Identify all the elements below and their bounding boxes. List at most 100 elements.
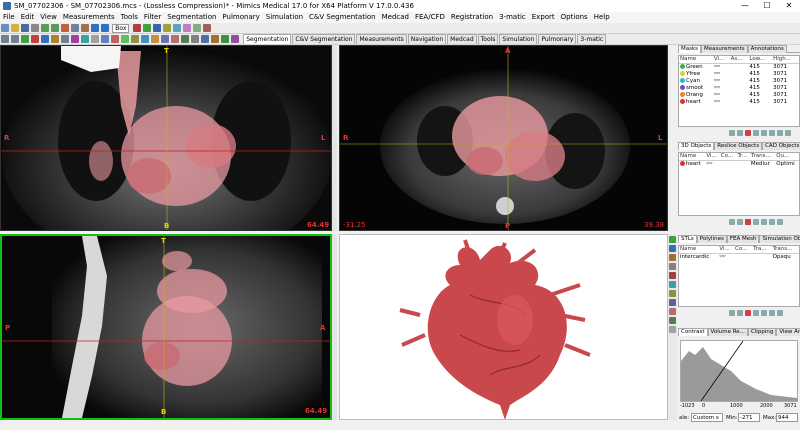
tab-medcad[interactable]: Medcad	[447, 34, 477, 44]
menu-pulmonary[interactable]: Pulmonary	[219, 12, 262, 23]
calc-3d-icon[interactable]	[202, 24, 211, 32]
tab-simulation-objects[interactable]: Simulation Obje...	[759, 235, 800, 243]
visible-icon[interactable]: 👓	[713, 91, 730, 98]
maximize-button[interactable]: ☐	[756, 0, 778, 12]
load-stl-icon[interactable]	[729, 310, 735, 316]
col-high[interactable]: High...	[772, 56, 799, 64]
menu-segmentation[interactable]: Segmentation	[164, 12, 219, 23]
menu-options[interactable]: Options	[558, 12, 591, 23]
new-mask-icon[interactable]	[729, 130, 735, 136]
stl-up-icon[interactable]	[761, 310, 767, 316]
tab-segmentation[interactable]: Segmentation	[243, 34, 292, 44]
visible-icon[interactable]: 👓	[713, 63, 730, 70]
menu-medcad[interactable]: Medcad	[379, 12, 412, 23]
tab-measurements-panel[interactable]: Measurements	[701, 45, 748, 53]
reslice-icon[interactable]	[71, 35, 79, 43]
morphology-icon[interactable]	[172, 24, 181, 32]
link-icon[interactable]	[181, 35, 189, 43]
paste-icon[interactable]	[81, 24, 89, 32]
new-project-icon[interactable]	[1, 24, 9, 32]
stl-settings-icon[interactable]	[777, 310, 783, 316]
sagittal-scrollbar[interactable]	[332, 234, 337, 420]
delete-object-icon[interactable]	[745, 219, 751, 225]
tab-simulation[interactable]: Simulation	[499, 34, 538, 44]
visible-icon[interactable]: 👓	[705, 160, 719, 167]
visible-icon[interactable]: 👓	[713, 70, 730, 77]
min-input[interactable]: -271	[738, 413, 760, 422]
tab-contrast[interactable]: Contrast	[678, 328, 708, 336]
camera-icon[interactable]	[191, 35, 199, 43]
menu-fea-cfd[interactable]: FEA/CFD	[412, 12, 448, 23]
col-transparency[interactable]: Trans...	[771, 246, 799, 254]
tab-cv-segmentation[interactable]: C&V Segmentation	[292, 34, 356, 44]
tab-navigation[interactable]: Navigation	[407, 34, 447, 44]
stl-properties-icon[interactable]	[753, 310, 759, 316]
duplicate-object-icon[interactable]	[737, 219, 743, 225]
visible-icon[interactable]: 👓	[713, 98, 730, 105]
region-grow-icon[interactable]	[152, 24, 161, 32]
menu-measurements[interactable]: Measurements	[60, 12, 118, 23]
tab-3-matic[interactable]: 3-matic	[577, 34, 607, 44]
crop-icon[interactable]	[81, 35, 89, 43]
redo-icon[interactable]	[51, 24, 59, 32]
tab-stls[interactable]: STLs	[678, 235, 697, 243]
navigate-icon[interactable]	[41, 35, 49, 43]
boolean-icon[interactable]	[182, 24, 191, 32]
col-quality[interactable]: Qu...	[775, 153, 799, 161]
table-row[interactable]: heart 👓 Mediur Optimi	[679, 160, 799, 167]
col-visible[interactable]: Vi...	[712, 56, 730, 64]
col-name[interactable]: Name	[679, 56, 713, 64]
tab-pulmonary[interactable]: Pulmonary	[538, 34, 577, 44]
tab-view-angles[interactable]: View Angles	[776, 328, 800, 336]
new-object-icon[interactable]	[729, 219, 735, 225]
max-input[interactable]: 944	[776, 413, 798, 422]
visible-icon[interactable]: 👓	[713, 77, 730, 84]
duplicate-mask-icon[interactable]	[737, 130, 743, 136]
delete-stl-icon[interactable]	[745, 310, 751, 316]
sync-icon[interactable]	[201, 35, 209, 43]
visible-icon[interactable]: 👓	[718, 253, 734, 260]
tab-volume-rendering[interactable]: Volume Re...	[707, 328, 748, 336]
menu-view[interactable]: View	[37, 12, 60, 23]
mask-up-icon[interactable]	[769, 130, 775, 136]
undo-icon[interactable]	[41, 24, 49, 32]
table-row[interactable]: Cyan 👓 415 3071	[679, 77, 799, 84]
cut-icon[interactable]	[61, 24, 69, 32]
coronal-scrollbar[interactable]	[332, 45, 337, 231]
export-icon[interactable]	[211, 35, 219, 43]
menu-edit[interactable]: Edit	[18, 12, 38, 23]
menu-file[interactable]: File	[0, 12, 18, 23]
settings-icon[interactable]	[91, 35, 99, 43]
view-top-icon[interactable]	[669, 272, 676, 279]
tab-tools[interactable]: Tools	[477, 34, 499, 44]
view-right-icon[interactable]	[669, 263, 676, 270]
perspective-icon[interactable]	[669, 317, 676, 324]
view-back-icon[interactable]	[669, 245, 676, 252]
tab-reslice-objects[interactable]: Reslice Objects	[714, 142, 763, 150]
table-row[interactable]: intercardic 👓 Opaqu	[679, 253, 799, 260]
col-name[interactable]: Name	[679, 153, 706, 161]
pointer-icon[interactable]	[101, 35, 109, 43]
mask-down-icon[interactable]	[777, 130, 783, 136]
menu-help[interactable]: Help	[591, 12, 613, 23]
col-triangles[interactable]: Tra...	[752, 246, 772, 254]
calc-3d-mask-icon[interactable]	[761, 130, 767, 136]
contour-icon[interactable]	[132, 24, 141, 32]
edit-mask-icon[interactable]	[162, 24, 171, 32]
screenshot-icon[interactable]	[669, 326, 676, 333]
col-visible[interactable]: Vi...	[718, 246, 735, 254]
table-row[interactable]: Yfree 👓 415 3071	[679, 70, 799, 77]
tab-fea-mesh[interactable]: FEA Mesh	[726, 235, 760, 243]
object-down-icon[interactable]	[769, 219, 775, 225]
mask-settings-icon[interactable]	[785, 130, 791, 136]
object-settings-icon[interactable]	[777, 219, 783, 225]
flip-icon[interactable]	[151, 35, 159, 43]
col-transparency[interactable]: Trans...	[749, 153, 776, 161]
annotate-icon[interactable]	[31, 35, 39, 43]
rotate-icon[interactable]	[161, 35, 169, 43]
histogram[interactable]	[680, 340, 798, 402]
ruler-icon[interactable]	[51, 35, 59, 43]
col-assigned[interactable]: As...	[729, 56, 749, 64]
mask-properties-icon[interactable]	[753, 130, 759, 136]
col-visible[interactable]: Vi...	[705, 153, 720, 161]
